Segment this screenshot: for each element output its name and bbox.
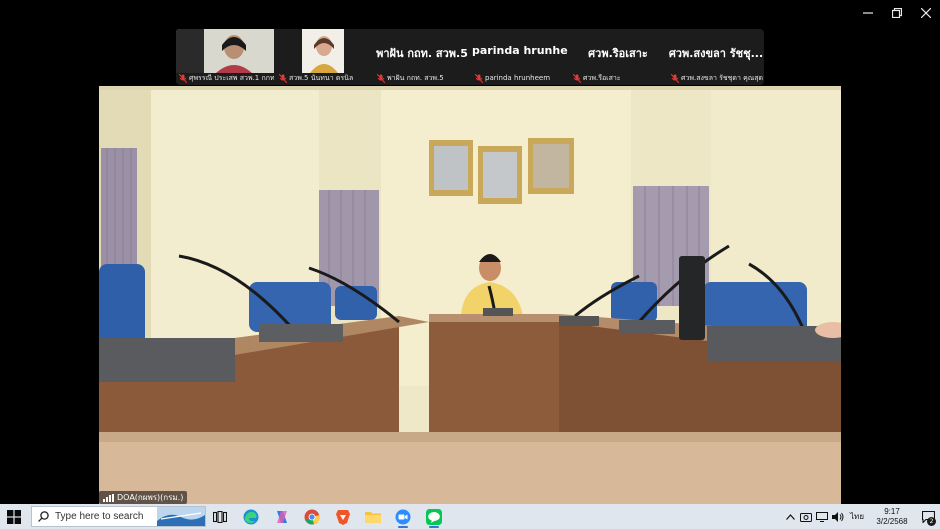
participant-display-name: ศวพ.สงขลา รัชชุ... [668,47,764,60]
minimize-icon [862,12,873,14]
participant-namebar: พาฝัน กถท. สวพ.5 [374,71,470,85]
participant-name: ศุพรรณี ประเสพ สวพ.1 กกท. [189,73,274,82]
notification-count-badge: 2 [927,517,936,526]
zoom-icon [395,509,411,524]
display-icon [816,511,829,522]
participant-video [176,29,274,73]
tray-display-button[interactable] [815,510,829,524]
participant-tile[interactable]: พาฝัน กถท. สวพ.5 พาฝัน กถท. สวพ.5 [374,29,470,85]
taskbar-app-file-explorer[interactable] [363,507,383,526]
muted-mic-icon [475,73,483,83]
tray-volume-button[interactable] [831,510,845,524]
restore-button[interactable] [882,0,911,26]
participant-tile[interactable]: ศวพ.ริอเสาะ ศวพ.รือเสาะ [570,29,666,85]
participant-name: พาฝัน กถท. สวพ.5 [387,73,444,82]
restore-icon [891,8,902,18]
participant-name: parinda hrunheem [485,74,551,82]
close-icon [920,8,931,18]
task-view-icon [213,510,227,523]
signal-strength-icon [103,493,114,502]
connection-label: DOA(กผพร)(กรม.) [117,493,184,502]
participant-name: ศวพ.รือเสาะ [583,73,621,82]
muted-mic-icon [279,73,287,83]
folder-icon [365,511,381,523]
muted-mic-icon [179,73,187,83]
taskbar-clock[interactable]: 9:17 3/2/2568 [868,507,916,527]
close-button[interactable] [911,0,940,26]
participant-display-name: ศวพ.ริอเสาะ [588,47,648,60]
participant-namebar: ศวพ.รือเสาะ [570,71,666,85]
taskbar-app-edge[interactable] [241,507,261,526]
clock-time: 9:17 [884,506,900,516]
participant-name: สวพ.5 นันทนา ดรนิล [289,73,354,82]
taskbar-app-zoom[interactable] [393,507,413,528]
meeting-room-scene [99,86,841,504]
participant-strip: ศุพรรณี ประเสพ สวพ.1 กกท. สวพ.5 นันทนา ด… [176,29,764,85]
participant-video [276,29,372,73]
participant-tile[interactable]: parinda hrunhe... parinda hrunheem [472,29,568,85]
line-icon [426,508,442,525]
taskbar-app-line[interactable] [424,507,444,528]
volume-icon [832,511,844,522]
taskbar: Type here to search ไทย 9:17 3/2/2568 2 [0,504,940,529]
participant-name: ศวพ.สงขลา รัชชุดา คุณสุด [681,73,764,82]
chrome-icon [304,509,320,525]
participant-namebar: ศุพรรณี ประเสพ สวพ.1 กกท. [176,71,274,85]
connection-indicator: DOA(กผพร)(กรม.) [99,491,188,504]
copilot-icon [277,510,287,523]
search-highlight-image [157,507,205,526]
tray-camera-button[interactable] [799,510,813,524]
clock-date: 3/2/2568 [876,516,908,526]
minimize-button[interactable] [853,0,882,26]
edge-icon [243,509,259,524]
system-tray: ไทย 9:17 3/2/2568 2 [782,504,940,529]
taskbar-app-brave[interactable] [333,507,353,526]
search-placeholder: Type here to search [55,511,144,522]
participant-display-name: พาฝัน กถท. สวพ.5 [376,47,468,60]
input-language-indicator[interactable]: ไทย [850,510,864,523]
notification-center-button[interactable]: 2 [916,504,940,529]
participant-display-name: parinda hrunhe... [472,44,568,57]
participant-tile[interactable]: สวพ.5 นันทนา ดรนิล [276,29,372,85]
window-controls [853,0,940,26]
task-view-button[interactable] [210,507,230,526]
brave-icon [336,509,350,525]
muted-mic-icon [377,73,385,83]
camera-app-icon [800,512,813,522]
participant-namebar: parinda hrunheem [472,71,568,85]
participant-tile[interactable]: ศุพรรณี ประเสพ สวพ.1 กกท. [176,29,274,85]
taskbar-app-copilot[interactable] [272,507,292,526]
show-hidden-icons-button[interactable] [783,510,797,524]
participant-namebar: ศวพ.สงขลา รัชชุดา คุณสุด [668,71,764,85]
participant-namebar: สวพ.5 นันทนา ดรนิล [276,71,372,85]
start-button[interactable] [4,508,24,525]
muted-mic-icon [573,73,581,83]
search-icon [38,511,49,522]
main-speaker-video[interactable] [99,86,841,504]
participant-tile[interactable]: ศวพ.สงขลา รัชชุ... ศวพ.สงขลา รัชชุดา คุณ… [668,29,764,85]
taskbar-app-chrome[interactable] [302,507,322,526]
muted-mic-icon [671,73,679,83]
chevron-up-icon [785,513,795,520]
taskbar-search-box[interactable]: Type here to search [31,506,206,527]
windows-icon [7,509,21,524]
